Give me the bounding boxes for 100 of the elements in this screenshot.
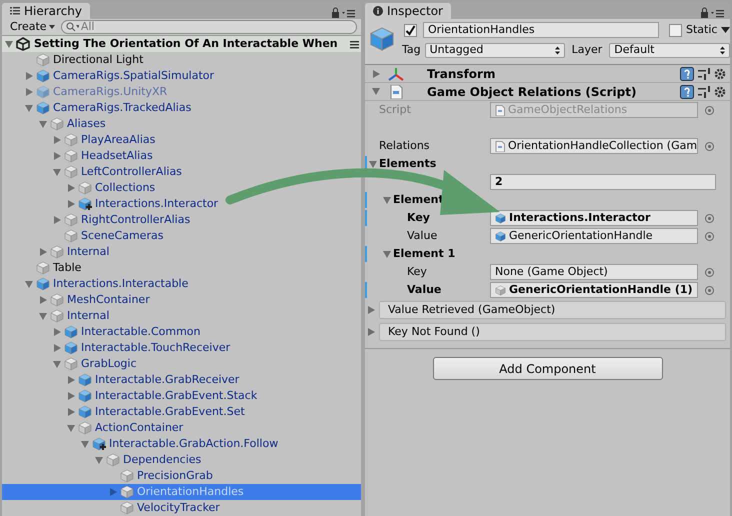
static-checkbox[interactable] bbox=[669, 24, 682, 36]
object-field[interactable]: GenericOrientationHandle (1) bbox=[490, 282, 698, 298]
caret-icon bbox=[48, 24, 55, 29]
hierarchy-item[interactable]: CameraRigs.TrackedAlias bbox=[2, 100, 361, 116]
static-label: Static bbox=[686, 22, 718, 38]
lock-menu-icon[interactable] bbox=[331, 6, 355, 18]
menu-icon[interactable] bbox=[350, 40, 359, 48]
lock-menu-icon[interactable] bbox=[700, 7, 724, 19]
toggle-icon[interactable] bbox=[372, 70, 380, 78]
object-picker-icon[interactable] bbox=[705, 106, 714, 114]
settings-icon[interactable] bbox=[714, 68, 726, 80]
caret-icon[interactable] bbox=[721, 27, 730, 33]
cube-icon bbox=[64, 357, 78, 371]
property-label: Relations bbox=[379, 138, 430, 154]
property-label: Element bbox=[393, 192, 444, 208]
sliders-icon[interactable] bbox=[698, 68, 710, 80]
hierarchy-item[interactable]: PlayAreaAlias bbox=[2, 132, 361, 148]
hierarchy-item[interactable]: Internal bbox=[2, 308, 361, 324]
toggle-icon[interactable] bbox=[5, 40, 13, 48]
add-component-button[interactable]: Add Component bbox=[432, 357, 662, 380]
number-field[interactable]: 2 bbox=[490, 174, 716, 190]
object-field[interactable]: GenericOrientationHandle bbox=[490, 228, 698, 244]
cube-icon bbox=[78, 389, 92, 403]
hierarchy-item[interactable]: Interactable.Common bbox=[2, 324, 361, 340]
hierarchy-tab[interactable]: Hierarchy bbox=[2, 2, 90, 18]
object-field[interactable]: None (Game Object) bbox=[490, 264, 698, 280]
cube-icon bbox=[64, 341, 78, 355]
script-icon bbox=[495, 104, 505, 116]
cube-plus-icon bbox=[78, 197, 92, 211]
cube-icon bbox=[50, 117, 64, 131]
hierarchy-item[interactable]: Interactions.Interactor bbox=[2, 196, 361, 212]
cube-plus-icon bbox=[92, 437, 106, 451]
search-box[interactable]: All bbox=[60, 20, 357, 34]
hierarchy-item[interactable]: GrabLogic bbox=[2, 356, 361, 372]
cube-icon bbox=[64, 229, 78, 243]
help-icon[interactable] bbox=[680, 66, 694, 80]
cube-icon bbox=[50, 245, 64, 259]
layer-dropdown[interactable]: Default bbox=[609, 42, 730, 58]
cube-icon bbox=[36, 261, 50, 275]
component-title[interactable]: Transform bbox=[427, 66, 496, 82]
hierarchy-item[interactable]: ActionContainer bbox=[2, 420, 361, 436]
cube-icon bbox=[36, 277, 50, 291]
cube-icon bbox=[64, 325, 78, 339]
hierarchy-item[interactable]: Directional Light bbox=[2, 52, 361, 68]
hierarchy-item[interactable]: Aliases bbox=[2, 116, 361, 132]
cube-icon bbox=[50, 293, 64, 307]
hierarchy-item[interactable]: Interactable.GrabEvent.Set bbox=[2, 404, 361, 420]
hierarchy-item[interactable]: PrecisionGrab bbox=[2, 468, 361, 484]
axes-icon bbox=[387, 66, 405, 80]
hierarchy-item[interactable]: Interactions.Interactable bbox=[2, 276, 361, 292]
event-header[interactable]: Value Retrieved (GameObject) bbox=[379, 301, 726, 319]
cube-icon bbox=[64, 133, 78, 147]
hierarchy-item[interactable]: Interactable.TouchReceiver bbox=[2, 340, 361, 356]
create-dropdown[interactable]: Create bbox=[6, 20, 51, 34]
property-label: Element 1 bbox=[393, 246, 456, 262]
hierarchy-item[interactable]: HeadsetAlias bbox=[2, 148, 361, 164]
toggle-icon[interactable] bbox=[372, 88, 380, 95]
hierarchy-item[interactable]: Table bbox=[2, 260, 361, 276]
hierarchy-item[interactable]: SceneCameras bbox=[2, 228, 361, 244]
property-label: Key bbox=[407, 264, 427, 280]
info-icon bbox=[373, 6, 383, 16]
search-field[interactable]: All bbox=[80, 20, 356, 33]
hierarchy-item[interactable]: VelocityTracker bbox=[2, 500, 361, 516]
hierarchy-item[interactable]: Dependencies bbox=[2, 452, 361, 468]
hierarchy-item[interactable]: Interactable.GrabReceiver bbox=[2, 372, 361, 388]
object-field[interactable]: Interactions.Interactor bbox=[490, 210, 698, 226]
property-label: Value bbox=[407, 282, 442, 298]
hierarchy-item[interactable]: CameraRigs.SpatialSimulator bbox=[2, 68, 361, 84]
tag-dropdown[interactable]: Untagged bbox=[424, 42, 565, 58]
cube-icon bbox=[78, 373, 92, 387]
hierarchy-item[interactable]: RightControllerAlias bbox=[2, 212, 361, 228]
help-icon[interactable] bbox=[680, 84, 694, 98]
event-header[interactable]: Key Not Found () bbox=[379, 323, 726, 341]
toggle-icon[interactable] bbox=[383, 250, 391, 258]
cube-icon bbox=[36, 85, 50, 99]
settings-icon[interactable] bbox=[714, 86, 726, 98]
sliders-icon[interactable] bbox=[698, 86, 710, 98]
object-field[interactable]: OrientationHandleCollection (Gam bbox=[490, 138, 698, 154]
hierarchy-item[interactable]: LeftControllerAlias bbox=[2, 164, 361, 180]
cube-icon bbox=[78, 181, 92, 195]
inspector-tab[interactable]: Inspector bbox=[365, 3, 451, 19]
toggle-icon[interactable] bbox=[369, 160, 377, 168]
cube-icon bbox=[495, 230, 506, 242]
updown-icon bbox=[720, 46, 726, 54]
hierarchy-item[interactable]: Internal bbox=[2, 244, 361, 260]
active-checkbox[interactable] bbox=[404, 24, 417, 36]
cube-icon bbox=[64, 165, 78, 179]
toggle-icon[interactable] bbox=[383, 196, 391, 204]
hierarchy-item[interactable]: Interactable.GrabEvent.Stack bbox=[2, 388, 361, 404]
hierarchy-item[interactable]: MeshContainer bbox=[2, 292, 361, 308]
cube-icon bbox=[36, 101, 50, 115]
component-title[interactable]: Game Object Relations (Script) bbox=[427, 84, 636, 100]
object-picker-icon[interactable] bbox=[705, 142, 714, 150]
cube-icon bbox=[369, 26, 395, 52]
scene-title: Setting The Orientation Of An Interactable When bbox=[34, 36, 338, 52]
hierarchy-item[interactable]: Collections bbox=[2, 180, 361, 196]
property-label: Key bbox=[407, 210, 430, 226]
scene-icon bbox=[16, 37, 30, 51]
name-field[interactable]: OrientationHandles bbox=[423, 22, 659, 38]
hierarchy-item[interactable]: Interactable.GrabAction.Follow bbox=[2, 436, 361, 452]
